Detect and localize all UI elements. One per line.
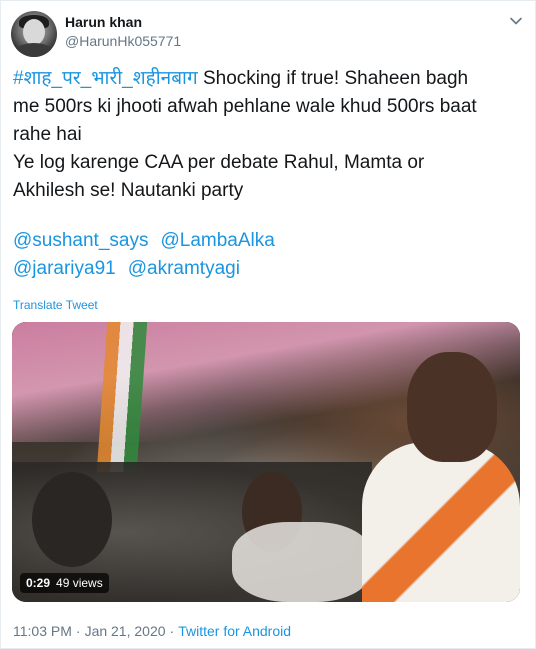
mention-link[interactable]: @LambaAlka: [160, 230, 274, 251]
tweet-line-3: rahe hai: [13, 124, 82, 145]
video-player[interactable]: 0:29 49 views: [12, 322, 520, 602]
video-person: [32, 472, 112, 567]
tweet-line-2: me 500rs ki jhooti afwah pehlane wale kh…: [13, 96, 477, 117]
tweet-line-5: Akhilesh se! Nautanki party: [13, 180, 244, 201]
tweet-date[interactable]: Jan 21, 2020: [85, 623, 166, 639]
video-duration: 0:29: [26, 576, 51, 590]
mentions-row-2: @jarariya91 @akramtyagi: [13, 255, 287, 283]
mentions: @sushant_says @LambaAlka @jarariya91 @akra…: [13, 227, 287, 283]
hashtag-link[interactable]: #शाह_पर_भारी_शहीनबाग: [13, 68, 198, 89]
mention-link[interactable]: @akramtyagi: [128, 258, 240, 279]
video-person: [407, 352, 497, 462]
avatar-shoulders: [13, 43, 55, 57]
video-duration-badge: 0:29 49 views: [20, 573, 109, 593]
tweet-meta: 11:03 PM · Jan 21, 2020 · Twitter for Androi…: [13, 623, 291, 639]
tweet-card: Harun khan @HarunHk055771 #शाह_पर_भारी_श…: [0, 0, 536, 649]
chevron-down-icon[interactable]: [508, 13, 524, 29]
meta-separator: ·: [169, 623, 175, 639]
user-display-name[interactable]: Harun khan: [65, 14, 142, 30]
tweet-source[interactable]: Twitter for Android: [178, 623, 291, 639]
mention-link[interactable]: @jarariya91: [13, 258, 116, 279]
tweet-line-1-text: Shocking if true! Shaheen bagh: [197, 68, 469, 89]
video-views: 49 views: [56, 576, 103, 590]
meta-separator: ·: [75, 623, 81, 639]
avatar-face: [23, 19, 45, 45]
user-handle[interactable]: @HarunHk055771: [65, 33, 181, 49]
tweet-text: #शाह_पर_भारी_शहीनबाग Shocking if true! S…: [13, 65, 525, 205]
video-person-shirt: [362, 442, 520, 602]
tweet-time[interactable]: 11:03 PM: [13, 623, 72, 639]
mention-link[interactable]: @sushant_says: [13, 230, 148, 251]
tweet-line-1: #शाह_पर_भारी_शहीनबाग Shocking if true! S…: [13, 65, 525, 93]
avatar[interactable]: [11, 11, 57, 57]
mentions-row-1: @sushant_says @LambaAlka: [13, 227, 287, 255]
tweet-line-4: Ye log karenge CAA per debate Rahul, Mam…: [13, 152, 425, 173]
translate-tweet-link[interactable]: Translate Tweet: [13, 298, 98, 312]
video-cloth: [232, 522, 372, 602]
